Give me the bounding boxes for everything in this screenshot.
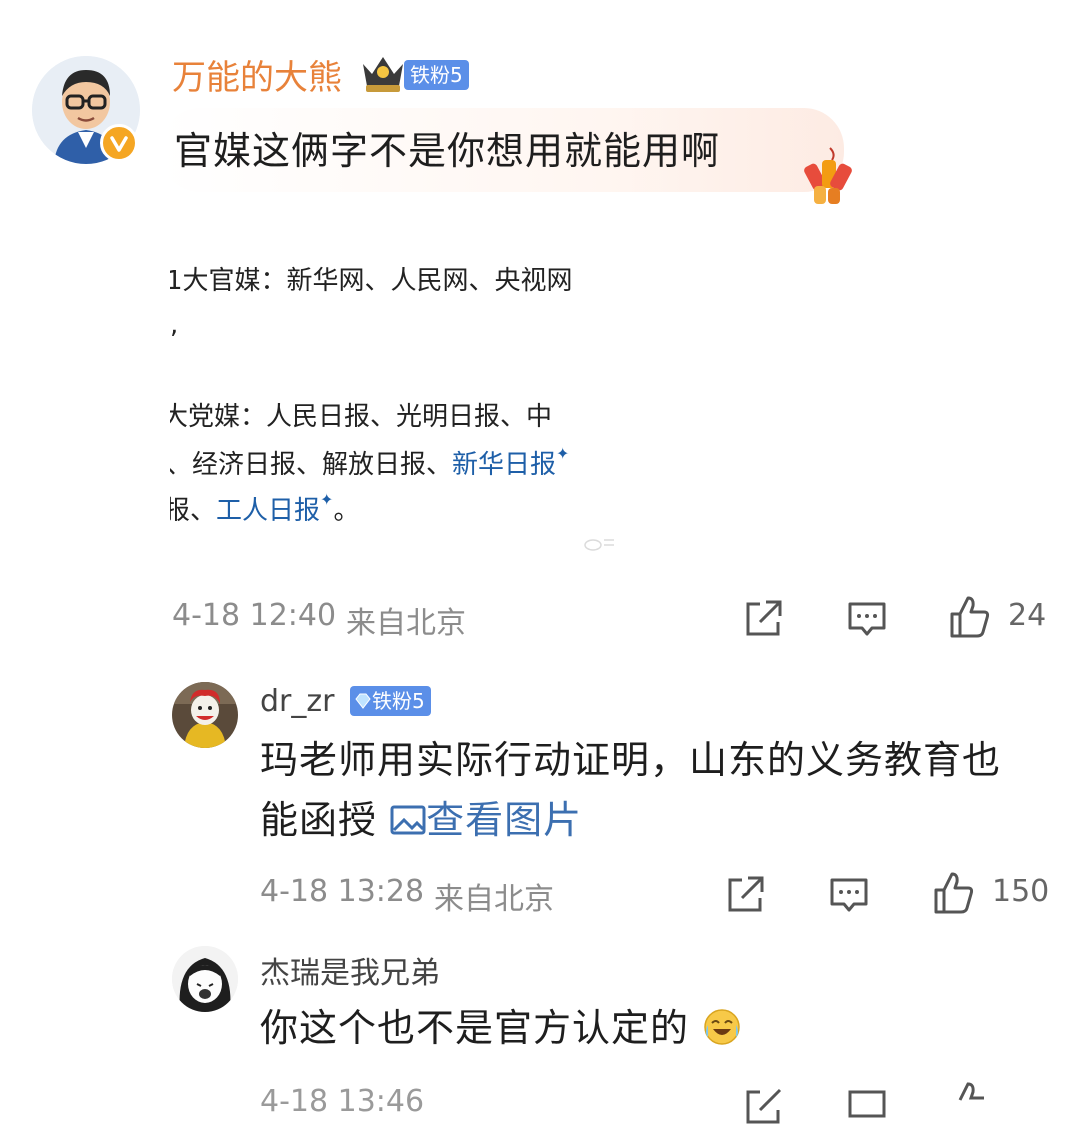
embed-line-2: , <box>170 310 179 340</box>
embed-line-1: 1大官媒：新华网、人民网、央视网 <box>170 266 573 296</box>
reply-1-line-2: 能函授 <box>260 798 378 842</box>
laugh-cry-emoji-icon <box>702 1004 742 1045</box>
view-image-label: 查看图片 <box>426 798 583 842</box>
embed-line-4-text: 、经济日报、解放日报、 <box>170 450 453 480</box>
avatar-reply-1[interactable] <box>172 682 238 748</box>
reply-2-share-icon[interactable] <box>740 1084 786 1130</box>
reply-1-comment-icon[interactable] <box>826 872 872 918</box>
comment-icon[interactable] <box>844 596 890 642</box>
crown-icon <box>360 52 406 94</box>
watermark <box>584 536 616 551</box>
fan-badge-reply-1: 铁粉5 <box>350 686 431 716</box>
reply-1-share-icon[interactable] <box>722 872 768 918</box>
like-icon[interactable] <box>946 594 992 640</box>
main-username[interactable]: 万能的大熊 <box>172 50 342 99</box>
image-icon <box>390 793 426 835</box>
reply-2-text: 你这个也不是官方认定的 <box>260 998 742 1058</box>
embed-link-gongren: 工人日报 <box>216 496 321 526</box>
share-icon[interactable] <box>740 596 786 642</box>
reply-2-username[interactable]: 杰瑞是我兄弟 <box>260 948 440 992</box>
firecracker-icon <box>796 146 856 208</box>
verified-icon <box>100 124 138 162</box>
reply-1-like-icon[interactable] <box>930 870 976 916</box>
avatar-reply-2[interactable] <box>172 946 238 1012</box>
view-image-link[interactable]: 查看图片 <box>390 798 582 842</box>
reply-1-line-1: 玛老师用实际行动证明，山东的义务教育也 <box>260 738 1002 782</box>
main-like-count: 24 <box>1008 598 1047 633</box>
embed-line-5: 报、工人日报✦。 <box>170 490 359 527</box>
embed-line-4: 、经济日报、解放日报、新华日报✦ <box>170 444 569 481</box>
main-comment-text: 官媒这俩字不是你想用就能用啊 <box>174 129 721 173</box>
reply-1-location: 来自北京 <box>434 882 554 917</box>
reply-2-like-icon[interactable] <box>946 1080 992 1126</box>
reply-1-timestamp: 4-18 13:28 <box>260 874 425 909</box>
embed-line-3: 大党媒：人民日报、光明日报、中 <box>170 402 553 432</box>
reply-2-timestamp-partial: 4-18 13:46 <box>260 1084 425 1119</box>
fan-badge-main: 铁粉5 <box>404 60 469 90</box>
embed-line-5-text: 报、 <box>170 496 217 526</box>
reply-2-meta-partial: 4-18 13:46 <box>260 1084 424 1119</box>
diamond-icon <box>354 688 372 709</box>
main-location: 来自北京 <box>346 606 466 641</box>
embed-link-xinhua: 新华日报 <box>452 450 557 480</box>
embed-line-5-end: 。 <box>333 496 360 526</box>
main-timestamp: 4-18 12:40 <box>172 598 337 633</box>
reply-1-username[interactable]: dr_zr <box>260 684 334 719</box>
embedded-image[interactable]: 1大官媒：新华网、人民网、央视网 , 大党媒：人民日报、光明日报、中 、经济日报… <box>170 248 622 568</box>
reply-1-like-count: 150 <box>992 874 1050 909</box>
reply-1-text: 玛老师用实际行动证明，山东的义务教育也 能函授 查看图片 <box>260 730 1001 850</box>
reply-2-text-content: 你这个也不是官方认定的 <box>260 1006 690 1050</box>
fan-badge-reply-1-text: 铁粉5 <box>372 689 425 713</box>
reply-2-comment-icon[interactable] <box>844 1084 890 1130</box>
